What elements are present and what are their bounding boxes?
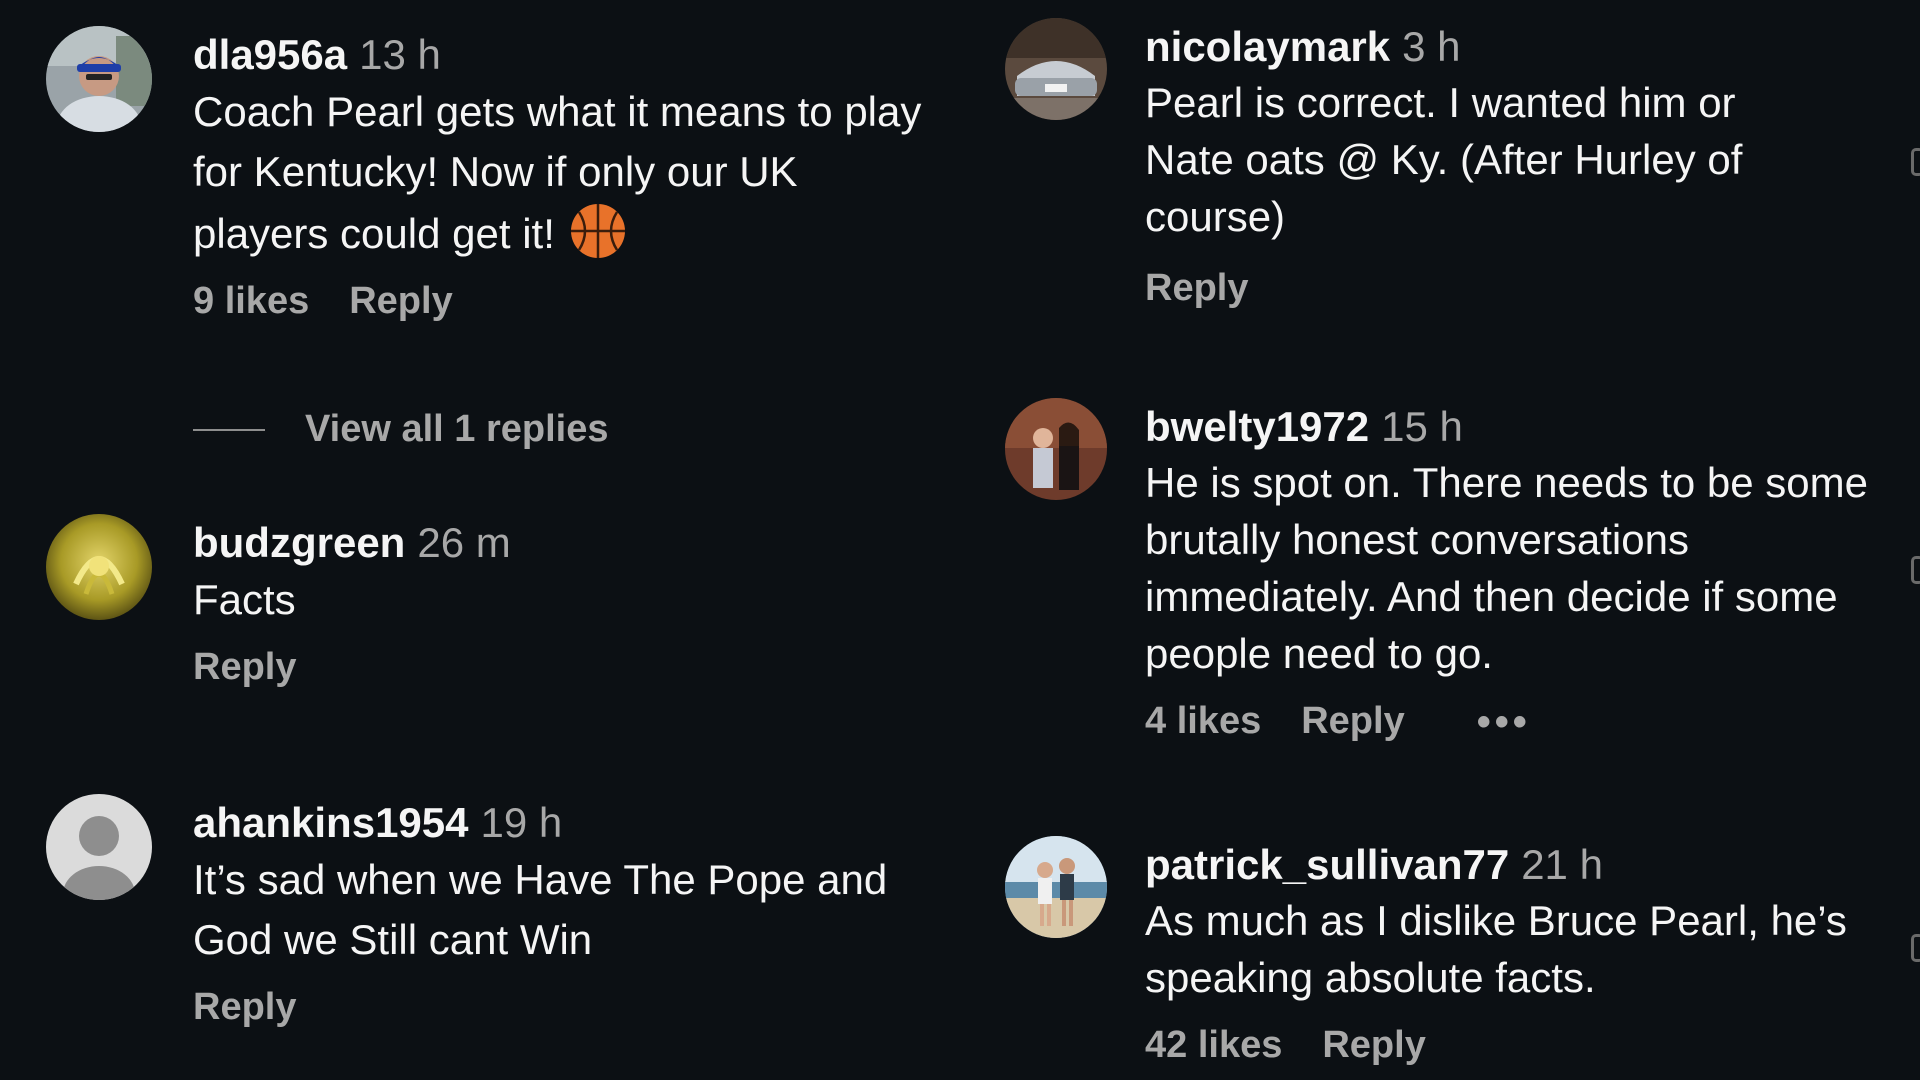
comments-column-left: dla956a 13 h Coach Pearl gets what it mea… xyxy=(0,0,940,1080)
view-replies-label[interactable]: View all 1 replies xyxy=(305,408,608,451)
more-options-icon[interactable]: ••• xyxy=(1477,702,1531,742)
comment-time[interactable]: 21 h xyxy=(1521,841,1603,888)
reply-button[interactable]: Reply xyxy=(193,646,296,689)
comment-text: It’s sad when we Have The Pope and God w… xyxy=(193,856,888,963)
comment-time[interactable]: 19 h xyxy=(481,799,563,846)
like-heart-icon[interactable] xyxy=(1911,148,1920,176)
comment-body: patrick_sullivan77 21 h As much as I disl… xyxy=(1145,840,1900,1067)
reply-button[interactable]: Reply xyxy=(1145,267,1248,310)
comment-text: Pearl is correct. I wanted him or Nate o… xyxy=(1145,79,1743,240)
comment-username[interactable]: patrick_sullivan77 xyxy=(1145,841,1509,888)
comment-text: As much as I dislike Bruce Pearl, he’s s… xyxy=(1145,897,1847,1001)
avatar[interactable] xyxy=(46,794,152,900)
divider xyxy=(193,428,265,431)
reply-button[interactable]: Reply xyxy=(349,280,452,323)
view-replies-button[interactable]: View all 1 replies xyxy=(193,408,608,451)
basketball-icon xyxy=(569,202,627,260)
reply-button[interactable]: Reply xyxy=(1301,700,1404,743)
comment-time[interactable]: 26 m xyxy=(417,519,510,566)
like-heart-icon[interactable] xyxy=(1911,556,1920,584)
comment-time[interactable]: 3 h xyxy=(1402,23,1460,70)
comment-username[interactable]: dla956a xyxy=(193,31,347,78)
avatar[interactable] xyxy=(46,26,152,132)
avatar[interactable] xyxy=(46,514,152,620)
reply-button[interactable]: Reply xyxy=(1322,1024,1425,1067)
avatar[interactable] xyxy=(1005,18,1107,120)
comment-username[interactable]: budzgreen xyxy=(193,519,405,566)
comment-time[interactable]: 15 h xyxy=(1381,403,1463,450)
like-heart-icon[interactable] xyxy=(1911,934,1920,962)
comment-text: Coach Pearl gets what it means to play f… xyxy=(193,88,922,257)
comment-text: Facts xyxy=(193,576,296,623)
comment-username[interactable]: ahankins1954 xyxy=(193,799,469,846)
likes-count[interactable]: 42 likes xyxy=(1145,1024,1282,1067)
comment-body: ahankins1954 19 h It’s sad when we Have T… xyxy=(193,798,920,1029)
avatar[interactable] xyxy=(1005,836,1107,938)
comment-time[interactable]: 13 h xyxy=(359,31,441,78)
comment-body: bwelty1972 15 h He is spot on. There need… xyxy=(1145,402,1900,743)
comments-column-right: nicolaymark 3 h Pearl is correct. I wante… xyxy=(960,0,1920,1080)
comment-username[interactable]: nicolaymark xyxy=(1145,23,1390,70)
comment-text: He is spot on. There needs to be some br… xyxy=(1145,459,1868,677)
likes-count[interactable]: 4 likes xyxy=(1145,700,1261,743)
comment-body: budzgreen 26 m Facts Reply xyxy=(193,518,920,689)
likes-count[interactable]: 9 likes xyxy=(193,280,309,323)
comment-body: dla956a 13 h Coach Pearl gets what it mea… xyxy=(193,30,922,323)
avatar[interactable] xyxy=(1005,398,1107,500)
reply-button[interactable]: Reply xyxy=(193,986,296,1029)
comment-body: nicolaymark 3 h Pearl is correct. I wante… xyxy=(1145,22,1900,310)
comment-username[interactable]: bwelty1972 xyxy=(1145,403,1369,450)
